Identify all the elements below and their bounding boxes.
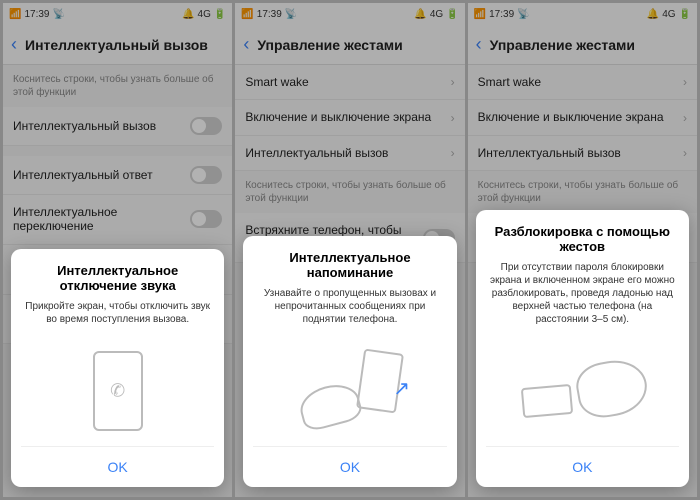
dialog-title: Интеллектуальное напоминание bbox=[253, 250, 446, 281]
phone-screen: 📶17:39📡🔔4G🔋‹Управление жестамиSmart wake… bbox=[235, 3, 464, 497]
info-dialog: Разблокировка с помощью жестов При отсутс… bbox=[476, 210, 689, 487]
palm-unlock-icon bbox=[507, 346, 657, 436]
dialog-title: Интеллектуальное отключение звука bbox=[21, 263, 214, 294]
phone-mute-icon bbox=[93, 351, 143, 431]
dialog-title: Разблокировка с помощью жестов bbox=[486, 224, 679, 255]
dialog-illustration bbox=[21, 336, 214, 446]
ok-button[interactable]: OK bbox=[21, 446, 214, 487]
ok-button[interactable]: OK bbox=[486, 446, 679, 487]
dialog-description: Прикройте экран, чтобы отключить звук во… bbox=[21, 300, 214, 326]
info-dialog: Интеллектуальное напоминание Узнавайте о … bbox=[243, 236, 456, 487]
dialog-description: Узнавайте о пропущенных вызовах и непроч… bbox=[253, 287, 446, 326]
ok-button[interactable]: OK bbox=[253, 446, 446, 487]
phone-screen: 📶17:39📡🔔4G🔋‹Интеллектуальный вызовКоснит… bbox=[3, 3, 232, 497]
dialog-illustration: ↗ bbox=[253, 336, 446, 446]
dialog-illustration bbox=[486, 336, 679, 446]
phone-screen: 📶17:39📡🔔4G🔋‹Управление жестамиSmart wake… bbox=[468, 3, 697, 497]
info-dialog: Интеллектуальное отключение звука Прикрой… bbox=[11, 249, 224, 487]
pickup-phone-icon: ↗ bbox=[280, 346, 420, 436]
dialog-description: При отсутствии пароля блокировки экрана … bbox=[486, 261, 679, 326]
